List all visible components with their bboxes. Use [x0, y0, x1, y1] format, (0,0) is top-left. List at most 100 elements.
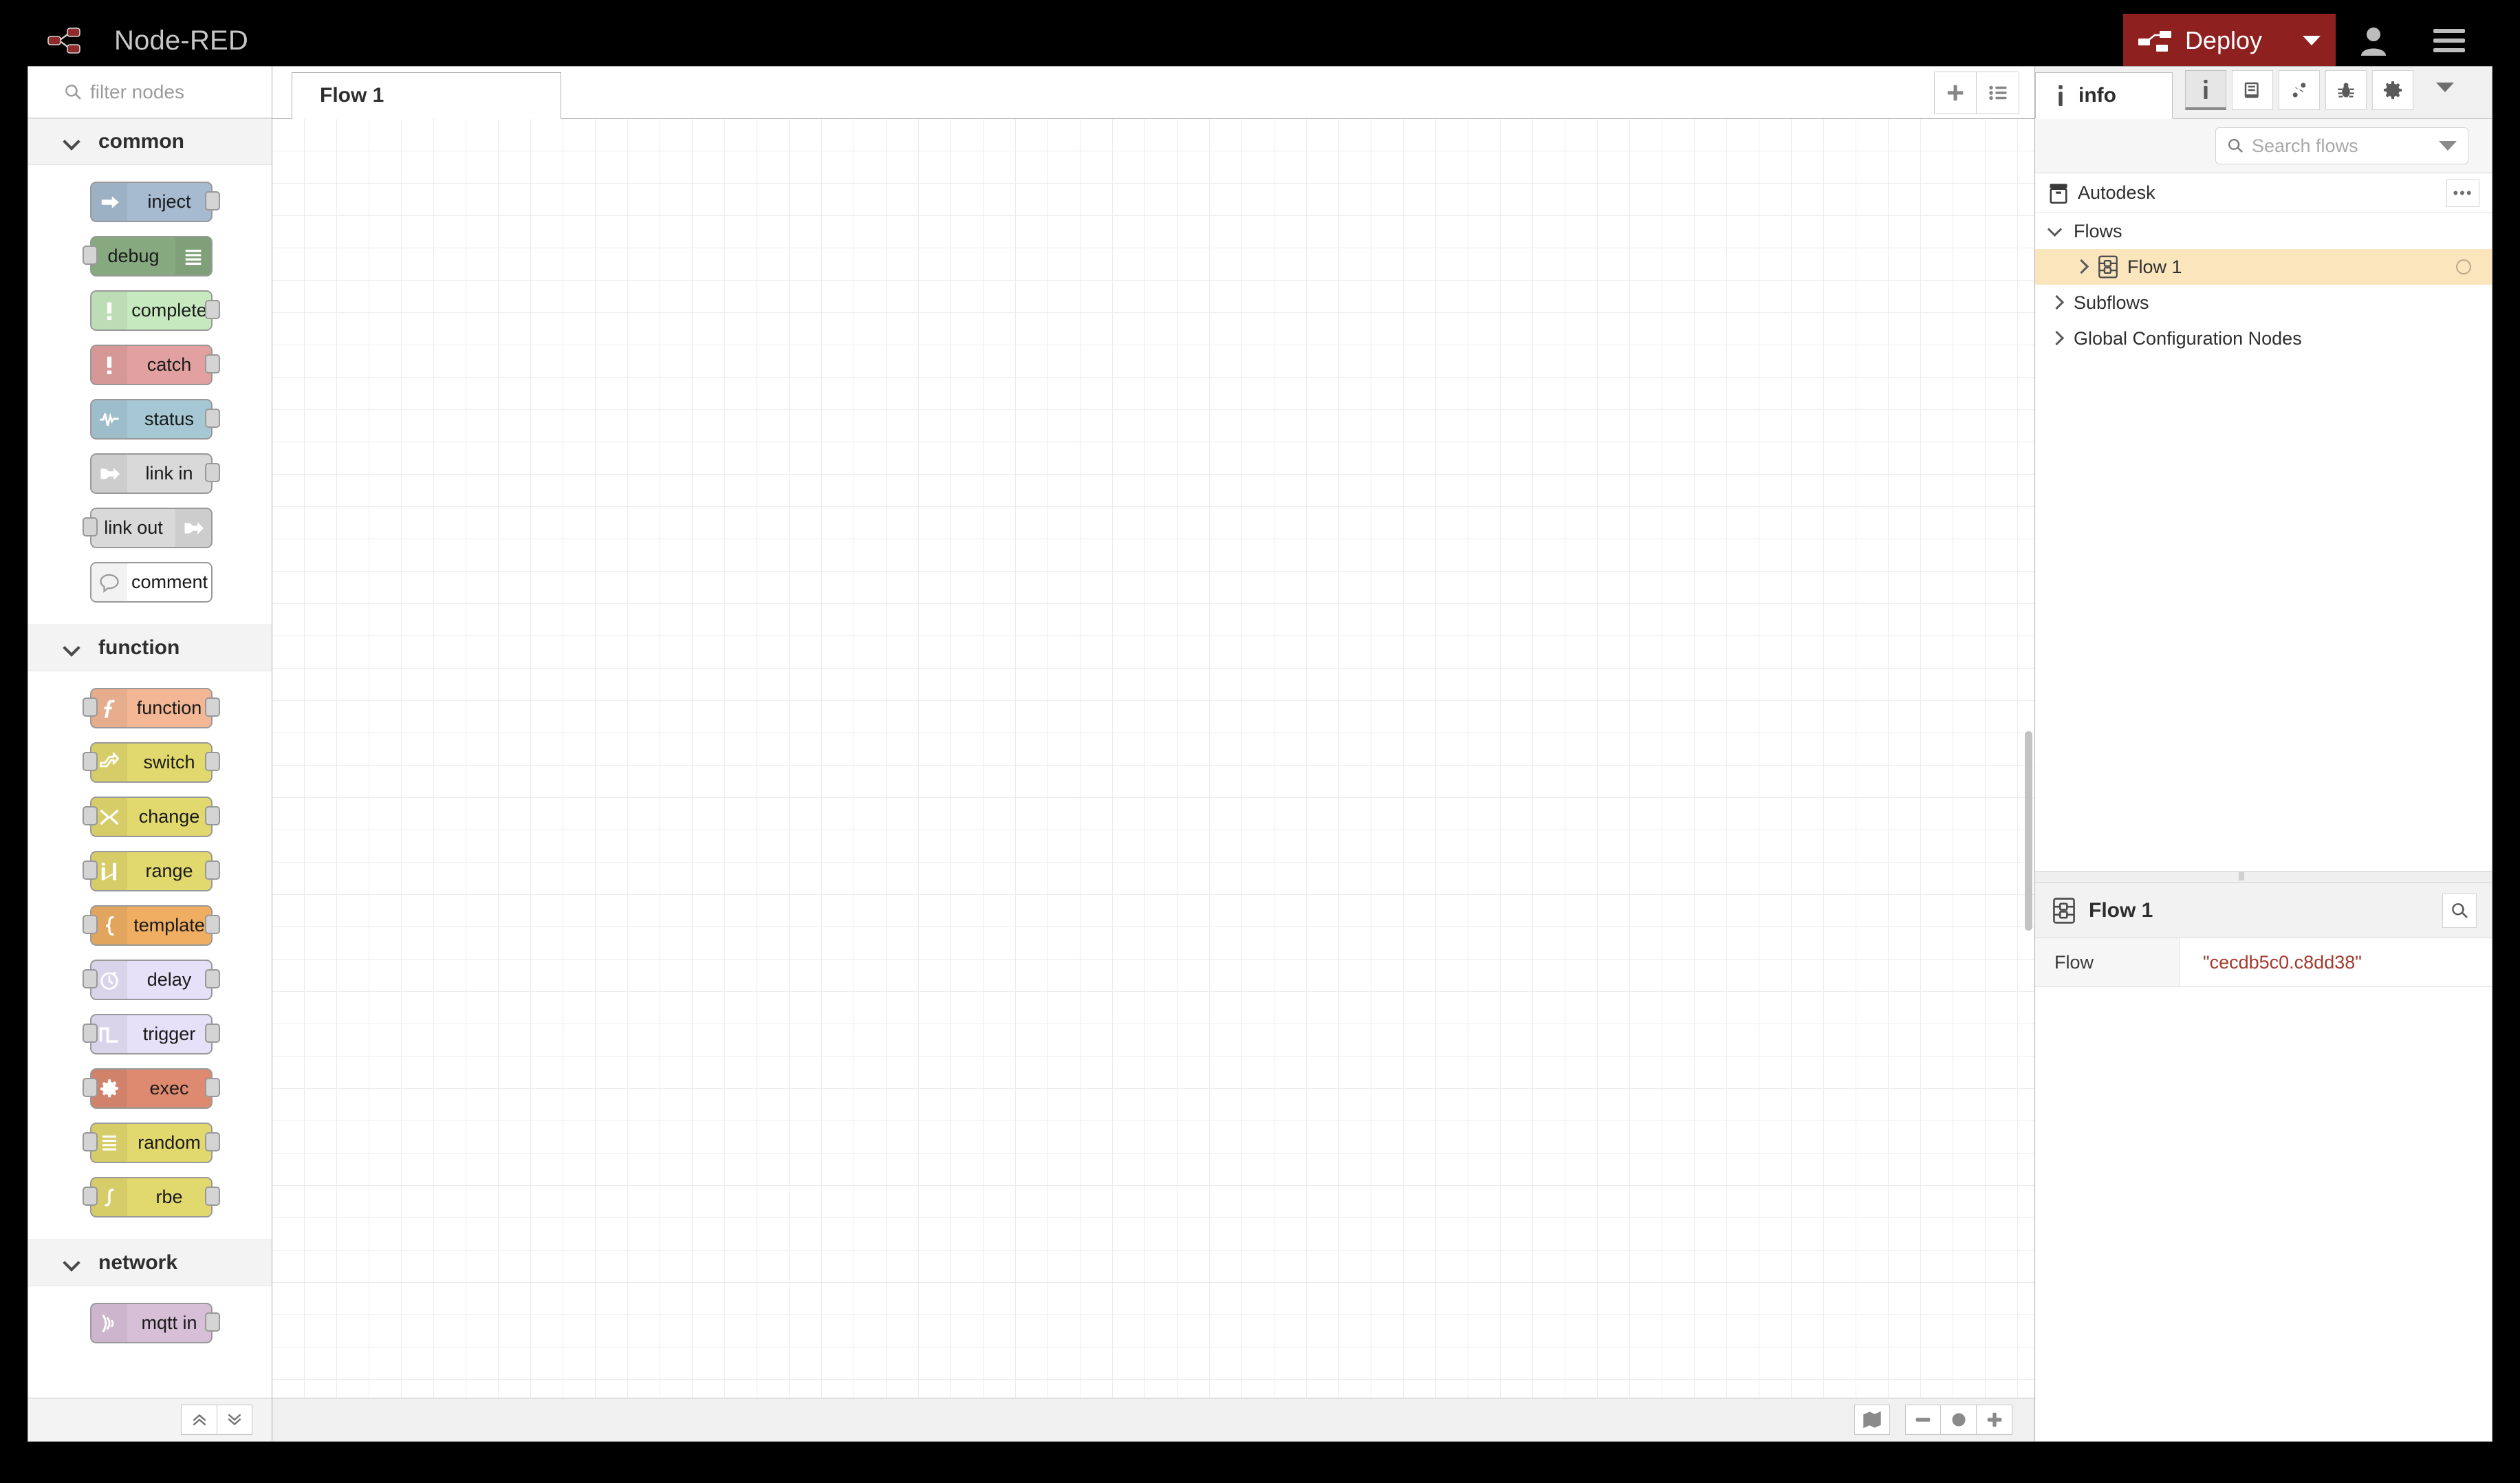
sidebar-button-help[interactable]: [2232, 70, 2273, 110]
tree-item-flows[interactable]: Flows: [2035, 213, 2492, 249]
navigator-toggle-button[interactable]: [1854, 1405, 1890, 1435]
palette-node-debug[interactable]: debug: [83, 236, 213, 277]
flow-canvas[interactable]: [272, 119, 2034, 1398]
chevron-right-icon[interactable]: [2048, 329, 2068, 347]
project-menu-button[interactable]: •••: [2446, 179, 2479, 207]
palette-node-catch[interactable]: catch: [90, 345, 220, 385]
node-port-out[interactable]: [205, 697, 220, 717]
palette-node-inject[interactable]: inject: [90, 182, 220, 222]
palette-node-template[interactable]: template: [83, 905, 220, 946]
node-port-out[interactable]: [205, 299, 220, 319]
main-menu-button[interactable]: [2411, 14, 2487, 67]
palette-node-label: catch: [146, 354, 192, 375]
user-account-button[interactable]: [2336, 14, 2411, 67]
scrollbar-thumb[interactable]: [2025, 731, 2032, 931]
palette-node-exec[interactable]: exec: [83, 1068, 220, 1109]
node-port-in[interactable]: [83, 914, 98, 934]
palette-node-mqtt-in[interactable]: mqtt in: [90, 1303, 220, 1343]
chevron-down-icon[interactable]: [2439, 141, 2457, 151]
node-port-out[interactable]: [205, 968, 220, 988]
node-port-out[interactable]: [205, 860, 220, 880]
palette-node-change[interactable]: change: [83, 797, 220, 837]
node-port-out[interactable]: [205, 191, 220, 210]
palette-category-common[interactable]: common: [28, 118, 272, 165]
palette-category-network[interactable]: network: [28, 1240, 272, 1286]
palette-node-function[interactable]: function: [83, 688, 220, 728]
node-port-out[interactable]: [205, 751, 220, 771]
palette-scroll-area[interactable]: common inject debug complete catch status link…: [28, 118, 272, 1398]
palette-node-link-out[interactable]: link out: [83, 508, 213, 548]
node-port-in[interactable]: [83, 751, 98, 771]
tree-item-global-configuration-nodes[interactable]: Global Configuration Nodes: [2035, 321, 2492, 356]
node-port-in[interactable]: [83, 517, 98, 537]
palette-node-row: status: [28, 392, 272, 446]
node-port-in[interactable]: [83, 1077, 98, 1097]
palette-node-row: rbe: [28, 1170, 272, 1224]
properties-search-button[interactable]: [2442, 893, 2477, 928]
deploy-button[interactable]: Deploy: [2122, 14, 2287, 67]
palette-node-label: mqtt in: [141, 1312, 197, 1333]
palette-node-row: exec: [28, 1061, 272, 1116]
palette-node-random[interactable]: random: [83, 1123, 220, 1163]
palette-node-comment[interactable]: comment: [90, 562, 213, 603]
node-port-out[interactable]: [205, 1132, 220, 1151]
zoom-out-button[interactable]: [1905, 1405, 1941, 1435]
palette-node-range[interactable]: range: [83, 851, 220, 891]
sidebar-button-config[interactable]: [2372, 70, 2413, 110]
add-flow-button[interactable]: [1934, 72, 1977, 114]
node-port-in[interactable]: [83, 805, 98, 825]
node-port-out[interactable]: [205, 805, 220, 825]
palette-node-complete[interactable]: complete: [90, 290, 220, 331]
sidebar-button-debug[interactable]: [2325, 70, 2367, 110]
palette-node-trigger[interactable]: trigger: [83, 1014, 220, 1054]
node-port-out[interactable]: [205, 408, 220, 428]
flow-tab-flow-1[interactable]: Flow 1: [292, 72, 561, 119]
sidebar-splitter[interactable]: [2035, 871, 2492, 883]
node-port-out[interactable]: [205, 354, 220, 374]
node-port-out[interactable]: [205, 1077, 220, 1097]
chevron-right-icon[interactable]: [2048, 294, 2068, 312]
palette-node-row: random: [28, 1116, 272, 1170]
chevron-down-icon[interactable]: [2048, 222, 2068, 240]
palette-node-icon-box: [91, 1304, 127, 1342]
sidebar-button-info[interactable]: [2185, 70, 2226, 110]
sidebar-more-tabs-button[interactable]: [2429, 67, 2462, 113]
node-port-in[interactable]: [83, 1186, 98, 1206]
chevron-right-icon[interactable]: [2072, 258, 2093, 276]
tab-info[interactable]: info: [2035, 72, 2173, 119]
flows-tree[interactable]: Autodesk ••• Flows Flow 1 Subflows Global Con…: [2035, 173, 2492, 871]
node-port-in[interactable]: [83, 860, 98, 880]
palette-filter-input[interactable]: filter nodes: [28, 67, 272, 118]
node-port-out[interactable]: [205, 462, 220, 482]
palette-node-row: catch: [28, 338, 272, 392]
collapse-all-button[interactable]: [181, 1405, 217, 1435]
palette-category-function[interactable]: function: [28, 625, 272, 671]
tree-item-flow-1[interactable]: Flow 1: [2035, 249, 2492, 285]
node-port-out[interactable]: [205, 1186, 220, 1206]
zoom-in-button[interactable]: [1977, 1405, 2012, 1435]
node-port-in[interactable]: [83, 968, 98, 988]
node-port-in[interactable]: [83, 697, 98, 717]
node-port-in[interactable]: [83, 1132, 98, 1151]
sidebar-button-context[interactable]: [2279, 70, 2320, 110]
list-flows-button[interactable]: [1977, 72, 2019, 114]
palette-node-link-in[interactable]: link in: [90, 453, 220, 494]
node-port-out[interactable]: [205, 1023, 220, 1043]
palette-node-status[interactable]: status: [90, 399, 220, 440]
node-port-out[interactable]: [205, 1312, 220, 1332]
node-port-in[interactable]: [83, 245, 98, 265]
tree-item-autodesk[interactable]: Autodesk •••: [2035, 173, 2492, 213]
zoom-reset-button[interactable]: [1941, 1405, 1977, 1435]
range-bars-icon: [101, 863, 116, 880]
search-flows-input[interactable]: Search flows: [2215, 127, 2468, 164]
palette-node-rbe[interactable]: rbe: [83, 1177, 220, 1217]
canvas-vertical-scrollbar[interactable]: [2022, 119, 2034, 1398]
deploy-options-button[interactable]: [2287, 14, 2336, 67]
palette-node-switch[interactable]: switch: [83, 742, 220, 783]
palette-node-delay[interactable]: delay: [83, 960, 220, 1000]
expand-all-button[interactable]: [217, 1405, 252, 1435]
properties-rows: Flow "cecdb5c0.c8dd38": [2035, 938, 2492, 987]
node-port-out[interactable]: [205, 914, 220, 934]
tree-item-subflows[interactable]: Subflows: [2035, 285, 2492, 321]
node-port-in[interactable]: [83, 1023, 98, 1043]
